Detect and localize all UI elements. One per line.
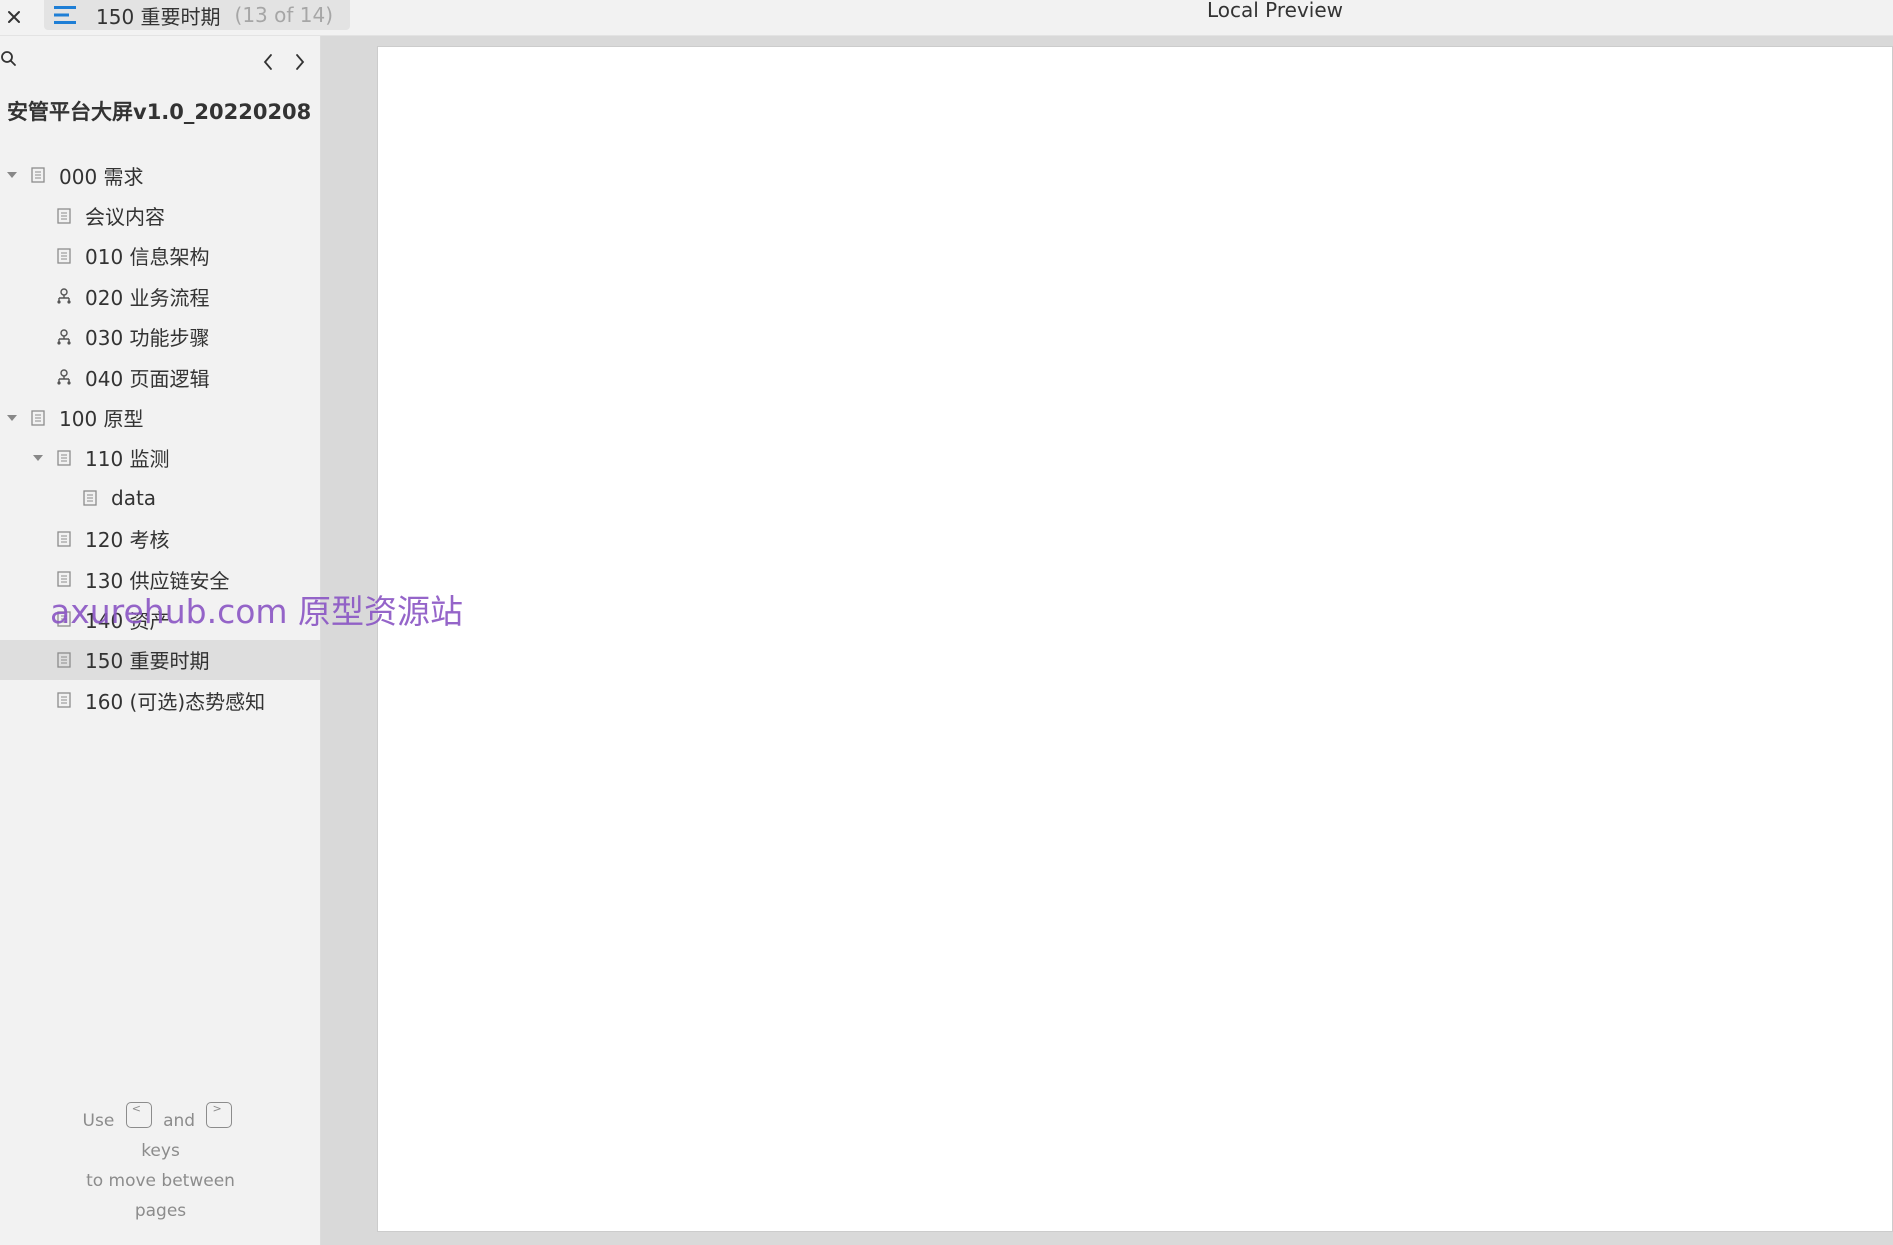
sitemap-item[interactable]: 130 供应链安全 xyxy=(0,559,320,599)
sitemap-item[interactable]: 150 重要时期 xyxy=(0,639,320,681)
sitemap-item[interactable]: 160 (可选)态势感知 xyxy=(0,680,320,720)
page-icon xyxy=(55,610,73,628)
sitemap-item[interactable]: 会议内容 xyxy=(0,195,320,235)
project-title: 安管平台大屏v1.0_20220208 xyxy=(7,100,312,124)
flow-icon xyxy=(55,287,73,305)
hint-keys: keys xyxy=(141,1141,180,1161)
hint-line3: pages xyxy=(134,1201,187,1221)
sitemap-item[interactable]: data xyxy=(0,478,320,518)
page-icon xyxy=(55,207,73,225)
chevron-left-icon[interactable] xyxy=(256,50,280,74)
sitemap-item-label: 150 重要时期 xyxy=(85,649,210,674)
keyboard-hint: Use < and > keys to move between pages xyxy=(0,1102,321,1226)
flow-icon xyxy=(55,368,73,386)
sitemap-item-label: 会议内容 xyxy=(85,205,165,230)
search-icon[interactable] xyxy=(0,50,20,74)
page-count: (13 of 14) xyxy=(234,3,334,27)
sitemap-item-label: 010 信息架构 xyxy=(85,245,210,270)
flow-icon xyxy=(55,328,73,346)
page-icon xyxy=(81,489,99,507)
sitemap-item-label: 040 页面逻辑 xyxy=(85,366,210,391)
close-icon xyxy=(7,9,21,28)
prev-key-icon: < xyxy=(125,1102,152,1128)
sidebar-toolbar xyxy=(0,46,321,78)
sitemap-item-label: 030 功能步骤 xyxy=(85,326,210,351)
preview-area xyxy=(321,36,1893,1245)
page-icon xyxy=(29,166,47,184)
page-icon xyxy=(55,247,73,265)
chevron-right-icon[interactable] xyxy=(288,50,312,74)
page-icon xyxy=(55,691,73,709)
page-icon xyxy=(55,651,73,669)
sitemap-item[interactable]: 110 监测 xyxy=(0,438,320,478)
caret-down-icon[interactable] xyxy=(31,451,45,465)
sitemap-item-label: 160 (可选)态势感知 xyxy=(85,689,266,714)
top-bar: 150 重要时期 (13 of 14) Local Preview xyxy=(0,0,1893,36)
page-icon xyxy=(55,449,73,467)
page-icon xyxy=(55,530,73,548)
sitemap-item[interactable]: 140 资产 xyxy=(0,599,320,639)
sitemap-item[interactable]: 040 页面逻辑 xyxy=(0,357,320,397)
hint-and: and xyxy=(163,1111,196,1131)
window-title: Local Preview xyxy=(1206,0,1344,22)
sitemap-sidebar: 安管平台大屏v1.0_20220208 000 需求会议内容 010 信息架构 02… xyxy=(0,36,321,1245)
current-page-title: 150 重要时期 xyxy=(96,4,221,29)
caret-down-icon[interactable] xyxy=(5,411,19,425)
sitemap-item-label: 000 需求 xyxy=(59,164,144,189)
page-icon xyxy=(55,570,73,588)
sitemap-item[interactable]: 120 考核 xyxy=(0,519,320,559)
current-page-selector[interactable]: 150 重要时期 (13 of 14) xyxy=(44,0,350,30)
page-canvas[interactable] xyxy=(377,46,1893,1232)
sitemap-item[interactable]: 100 原型 xyxy=(0,397,320,437)
sitemap-item[interactable]: 010 信息架构 xyxy=(0,236,320,276)
sitemap-item-label: 020 业务流程 xyxy=(85,285,210,310)
sitemap-item-label: data xyxy=(111,486,157,511)
next-key-icon: > xyxy=(206,1102,233,1128)
sitemap-item[interactable]: 020 业务流程 xyxy=(0,276,320,316)
sitemap-item-label: 130 供应链安全 xyxy=(85,568,230,593)
close-button[interactable] xyxy=(0,0,28,36)
page-tree: 000 需求会议内容 010 信息架构 020 业务流程 030 功能步骤 040 页面… xyxy=(0,155,320,720)
menu-lines-icon xyxy=(54,5,78,25)
sitemap-item-label: 140 资产 xyxy=(85,608,170,633)
caret-down-icon[interactable] xyxy=(5,168,19,182)
hint-use: Use xyxy=(82,1111,115,1131)
sitemap-item-label: 110 监测 xyxy=(85,447,170,472)
sitemap-item[interactable]: 000 需求 xyxy=(0,155,320,195)
page-icon xyxy=(29,409,47,427)
sitemap-item-label: 100 原型 xyxy=(59,407,144,432)
sitemap-item[interactable]: 030 功能步骤 xyxy=(0,317,320,357)
hint-line2: to move between xyxy=(86,1171,235,1191)
sitemap-item-label: 120 考核 xyxy=(85,528,170,553)
